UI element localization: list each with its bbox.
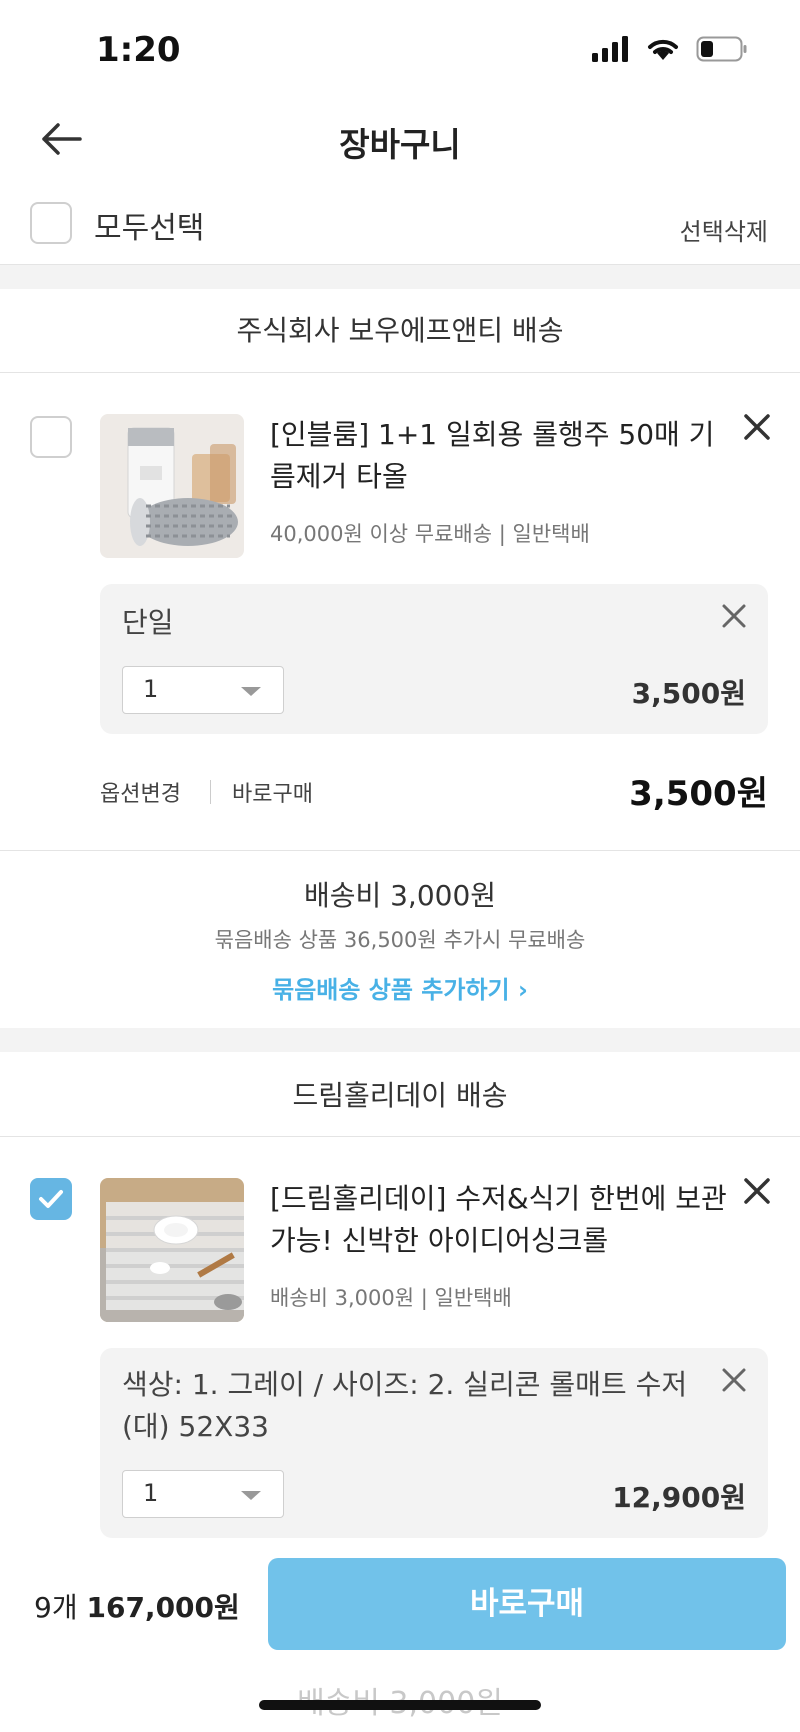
product-name[interactable]: [드림홀리데이] 수저&식기 한번에 보관 가능! 신박한 아이디어싱크롤	[270, 1178, 730, 1262]
buy-now-link[interactable]: 바로구매	[232, 776, 313, 808]
product-name[interactable]: [인블룸] 1+1 일회용 롤행주 50매 기름제거 타올	[270, 414, 730, 498]
status-time: 1:20	[96, 30, 181, 70]
item-total-price: 3,500원	[629, 774, 768, 814]
remove-option-button[interactable]	[720, 1366, 748, 1394]
select-all-label[interactable]: 모두선택	[94, 203, 204, 247]
quantity-value: 1	[143, 1479, 159, 1507]
remove-item-button[interactable]	[740, 1174, 774, 1208]
wifi-icon	[648, 39, 678, 60]
item-checkbox[interactable]	[30, 416, 72, 458]
product-thumbnail[interactable]	[100, 414, 244, 558]
remove-item-button[interactable]	[740, 410, 774, 444]
select-all-checkbox[interactable]	[30, 202, 72, 244]
sink-roll-image	[100, 1178, 244, 1322]
section-gap	[0, 1028, 800, 1052]
divider	[0, 1136, 800, 1137]
close-icon	[744, 414, 770, 440]
close-icon	[744, 1178, 770, 1204]
divider	[0, 372, 800, 373]
delete-selected-button[interactable]: 선택삭제	[680, 212, 768, 247]
chevron-down-icon	[241, 1491, 261, 1500]
selected-count: 9개	[34, 1591, 78, 1624]
seller-name: 드림홀리데이 배송	[292, 1079, 508, 1112]
towel-roll-image	[100, 414, 244, 558]
status-icons	[592, 36, 748, 62]
close-icon	[722, 604, 746, 628]
shipping-info: 40,000원 이상 무료배송 | 일반택배	[270, 522, 590, 546]
quantity-select[interactable]: 1	[122, 1470, 284, 1518]
selected-summary: 9개 167,000원	[34, 1586, 240, 1626]
option-price: 12,900원	[612, 1481, 746, 1514]
buy-now-button[interactable]: 바로구매	[268, 1558, 786, 1650]
battery-icon	[696, 36, 747, 62]
item-checkbox[interactable]	[30, 1178, 72, 1220]
shipping-fee: 배송비 3,000원	[303, 879, 497, 912]
seller-name: 주식회사 보우에프앤티 배송	[236, 314, 564, 347]
separator	[210, 780, 211, 804]
quantity-select[interactable]: 1	[122, 666, 284, 714]
option-label: 단일	[122, 606, 174, 639]
quantity-value: 1	[143, 675, 159, 703]
home-indicator[interactable]	[259, 1700, 541, 1710]
option-price: 3,500원	[631, 677, 746, 710]
free-shipping-note: 묶음배송 상품 36,500원 추가시 무료배송	[214, 928, 586, 952]
signal-icon	[592, 36, 628, 62]
section-gap	[0, 265, 800, 289]
add-bundle-link[interactable]: 묶음배송 상품 추가하기 ›	[0, 970, 800, 1005]
option-box: 색상: 1. 그레이 / 사이즈: 2. 실리콘 롤매트 수저 (대) 52X3…	[100, 1348, 768, 1538]
page-title: 장바구니	[339, 125, 461, 164]
close-icon	[722, 1368, 746, 1392]
shipping-info: 배송비 3,000원 | 일반택배	[270, 1286, 512, 1310]
option-box: 단일 1 3,500원	[100, 584, 768, 734]
change-option-link[interactable]: 옵션변경	[100, 776, 181, 808]
option-label: 색상: 1. 그레이 / 사이즈: 2. 실리콘 롤매트 수저 (대) 52X3…	[122, 1368, 688, 1443]
product-thumbnail[interactable]	[100, 1178, 244, 1322]
chevron-down-icon	[241, 687, 261, 696]
remove-option-button[interactable]	[720, 602, 748, 630]
check-icon	[39, 1190, 63, 1208]
selected-total: 167,000원	[86, 1591, 240, 1624]
divider	[0, 850, 800, 851]
